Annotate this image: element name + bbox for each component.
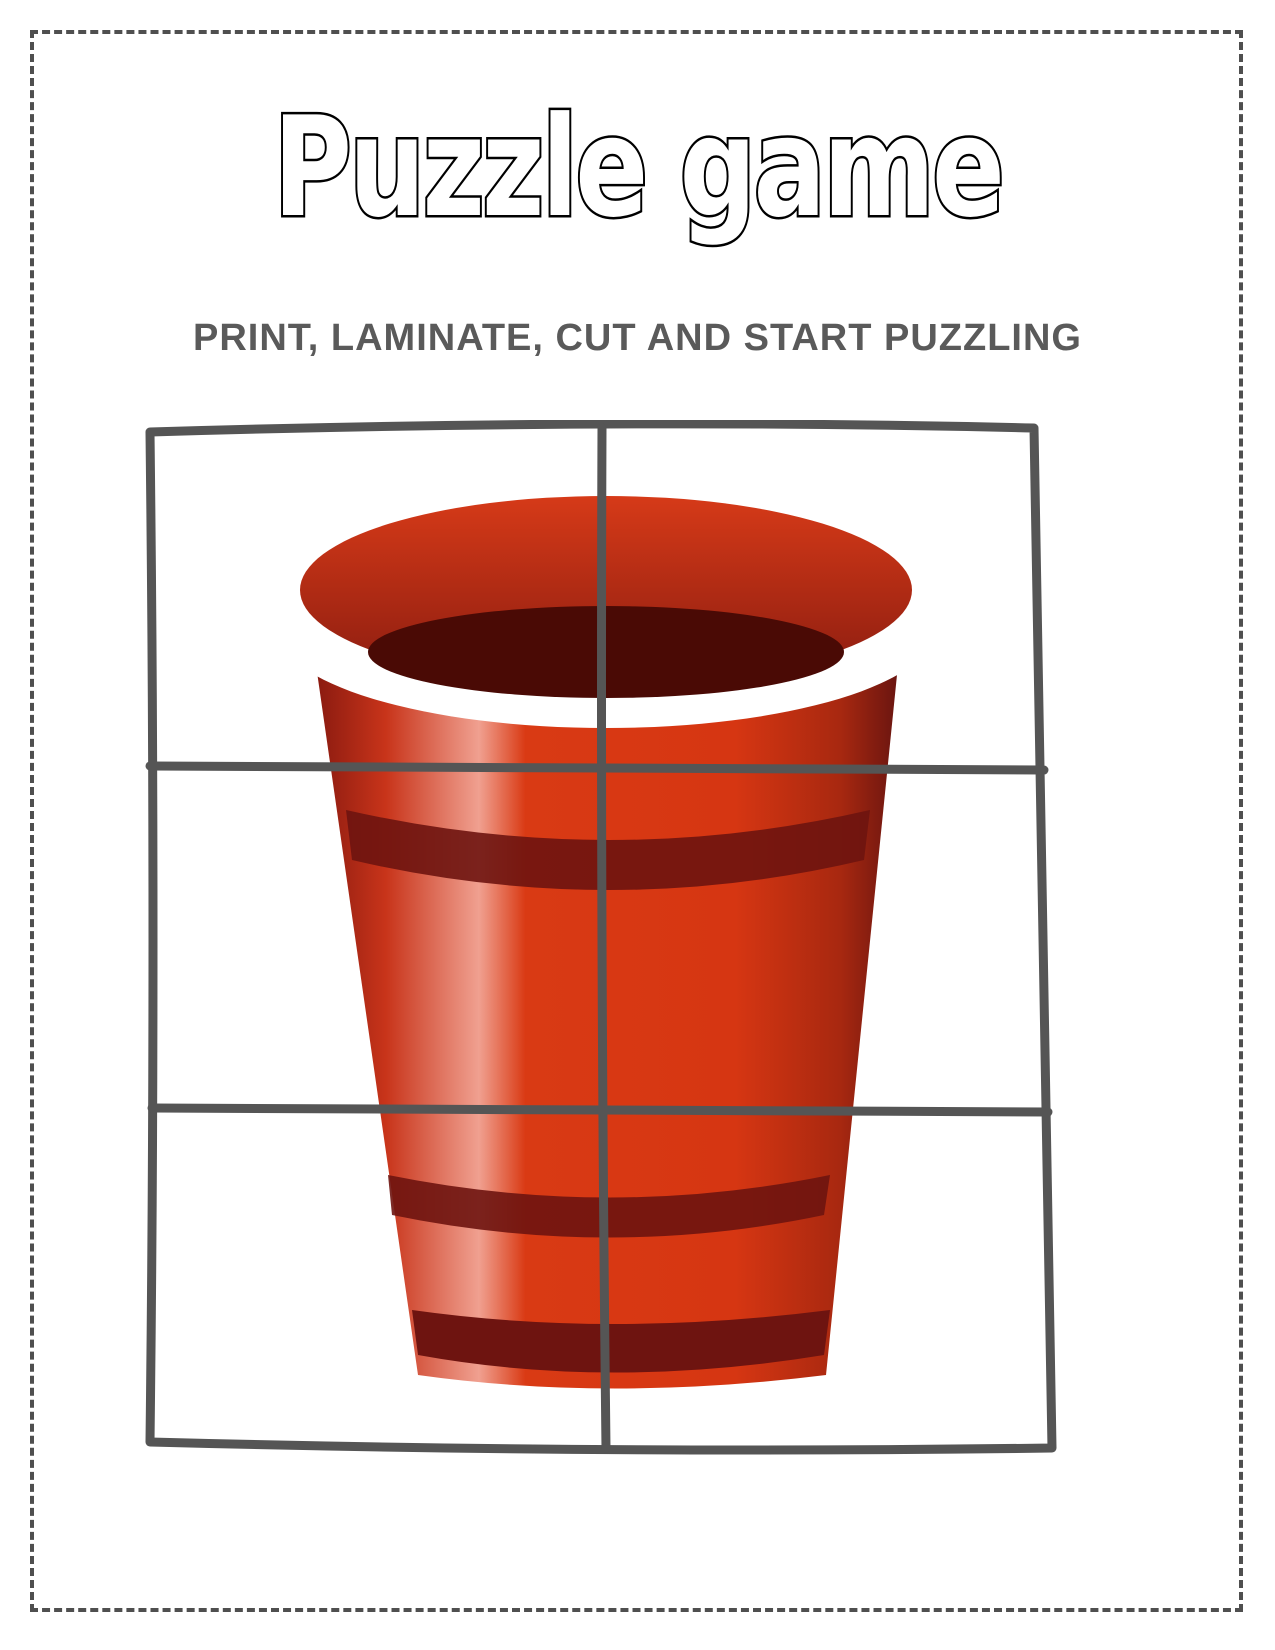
puzzle-grid xyxy=(145,420,1057,1455)
page-subtitle: PRINT, LAMINATE, CUT AND START PUZZLING xyxy=(192,317,1082,359)
puzzle-vertical-cut xyxy=(597,423,611,1453)
page-title: Puzzle game xyxy=(271,85,1007,250)
puzzle-board xyxy=(140,420,1100,1540)
puzzle-horizontal-cut-1 xyxy=(145,761,1049,775)
puzzle-horizontal-cut-2 xyxy=(147,1103,1053,1117)
